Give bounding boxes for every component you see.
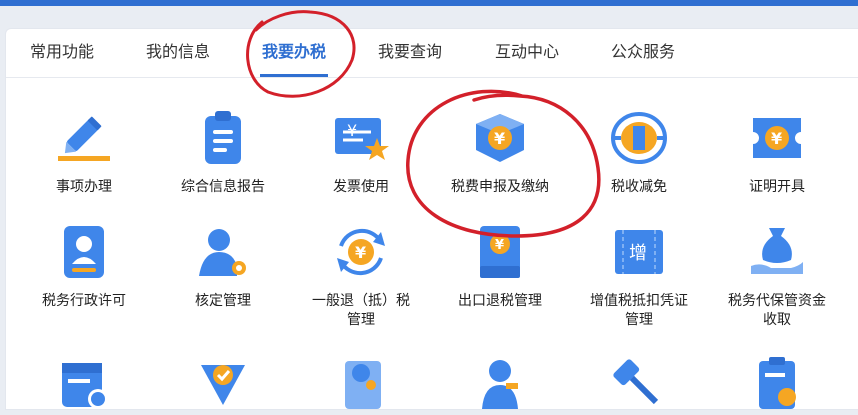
tab-handle-tax[interactable]: 我要办税 xyxy=(259,29,329,77)
svg-text:¥: ¥ xyxy=(355,243,366,262)
item-custody-funds[interactable]: 税务代保管资金 收取 xyxy=(709,222,845,330)
tab-query[interactable]: 我要查询 xyxy=(378,29,442,75)
svg-text:增: 增 xyxy=(629,243,647,264)
document-yuan-icon xyxy=(759,357,796,409)
tax-service-panel: 常用功能 我的信息 我要办税 我要查询 互动中心 公众服务 xyxy=(5,28,858,410)
top-bar xyxy=(0,0,858,6)
tab-bar: 常用功能 我的信息 我要办税 我要查询 互动中心 公众服务 xyxy=(6,29,858,78)
item-export-refund[interactable]: ¥ 出口退税管理 xyxy=(432,222,568,311)
svg-text:¥: ¥ xyxy=(494,129,505,148)
yuan-refresh-icon: ¥ xyxy=(337,228,385,276)
yuan-ticket-icon: ¥ xyxy=(753,118,801,158)
person-gear-icon xyxy=(199,229,246,276)
item-label: 事项办理 xyxy=(56,179,112,195)
invoice-star-icon: ¥ xyxy=(335,118,389,160)
item-invoice-use[interactable]: ¥ 发票使用 xyxy=(293,108,429,197)
item-label: 税务行政许可 xyxy=(42,293,126,309)
tab-my-info[interactable]: 我的信息 xyxy=(146,29,210,75)
pen-icon xyxy=(58,116,110,161)
item-tax-reduction[interactable]: 税收减免 xyxy=(571,108,707,197)
item-row3-1[interactable] xyxy=(16,355,152,415)
svg-text:¥: ¥ xyxy=(347,121,357,140)
item-vat-deduction[interactable]: 增 增值税抵扣凭证 管理 xyxy=(571,222,707,330)
person-badge-icon xyxy=(482,360,518,409)
item-general-refund[interactable]: ¥ 一般退（抵）税 管理 xyxy=(293,222,429,330)
item-row3-2[interactable] xyxy=(155,355,291,415)
item-row3-5[interactable] xyxy=(571,355,707,415)
check-shield-icon xyxy=(201,365,245,405)
tab-common-functions[interactable]: 常用功能 xyxy=(30,29,94,75)
vat-ticket-icon: 增 xyxy=(615,230,663,274)
item-label: 税务代保管资金 收取 xyxy=(709,292,845,330)
tab-interaction-center[interactable]: 互动中心 xyxy=(495,29,559,75)
item-label: 发票使用 xyxy=(333,179,389,195)
yuan-box-icon: ¥ xyxy=(476,114,524,162)
item-info-report[interactable]: 综合信息报告 xyxy=(155,108,291,197)
yuan-book-icon: ¥ xyxy=(480,226,520,278)
item-label: 出口退税管理 xyxy=(458,293,542,309)
calendar-clock-icon xyxy=(62,363,108,409)
item-row3-3[interactable] xyxy=(293,355,429,415)
item-row3-6[interactable] xyxy=(709,355,845,415)
tab-public-service[interactable]: 公众服务 xyxy=(611,29,675,75)
person-document-icon xyxy=(345,361,381,409)
item-label: 税收减免 xyxy=(611,179,667,195)
item-tax-declaration-payment[interactable]: ¥ 税费申报及缴纳 xyxy=(432,108,568,197)
item-label: 一般退（抵）税 管理 xyxy=(293,292,429,330)
svg-text:¥: ¥ xyxy=(495,238,504,253)
item-certificate-issue[interactable]: ¥ 证明开具 xyxy=(709,108,845,197)
gavel-icon xyxy=(613,359,659,405)
tax-shield-icon xyxy=(611,112,667,164)
item-matter-handling[interactable]: 事项办理 xyxy=(16,108,152,197)
item-label-line2: 管理 xyxy=(347,312,375,328)
item-label-line1: 一般退（抵）税 xyxy=(312,293,410,309)
item-label-line2: 收取 xyxy=(763,312,791,328)
money-bag-hand-icon xyxy=(751,228,803,274)
item-label-line1: 税务代保管资金 xyxy=(728,293,826,309)
item-label: 核定管理 xyxy=(195,293,251,309)
item-label: 综合信息报告 xyxy=(181,179,265,195)
item-label: 税费申报及缴纳 xyxy=(451,179,549,195)
item-label-line2: 管理 xyxy=(625,312,653,328)
clipboard-icon xyxy=(205,111,241,164)
item-label-line1: 增值税抵扣凭证 xyxy=(590,293,688,309)
svg-text:¥: ¥ xyxy=(771,129,782,148)
item-assessment-management[interactable]: 核定管理 xyxy=(155,222,291,311)
item-label: 证明开具 xyxy=(749,179,805,195)
item-label: 增值税抵扣凭证 管理 xyxy=(571,292,707,330)
item-row3-4[interactable] xyxy=(432,355,568,415)
item-admin-license[interactable]: 税务行政许可 xyxy=(16,222,152,311)
person-card-icon xyxy=(64,226,104,278)
